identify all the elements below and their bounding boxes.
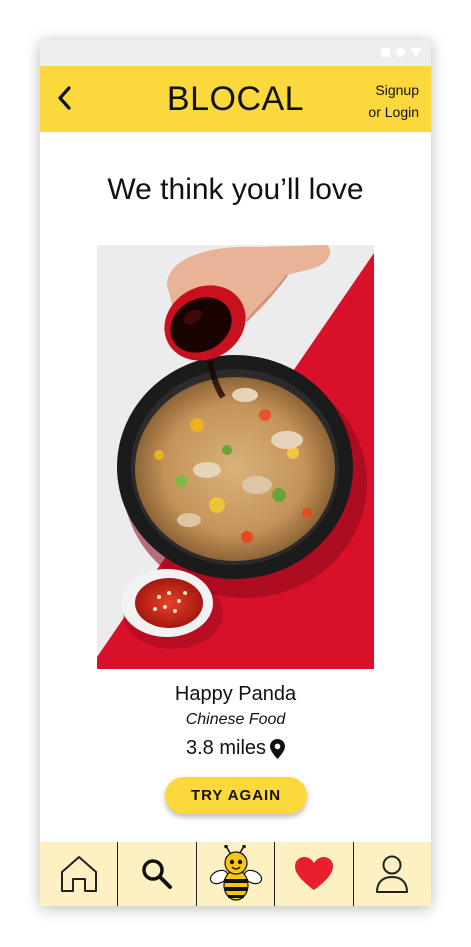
square-icon — [381, 48, 390, 57]
status-bar — [40, 40, 431, 66]
phone-frame: BLOCAL Signup or Login We think you’ll l… — [40, 40, 431, 906]
distance-row: 3.8 miles — [40, 737, 431, 760]
page: BLOCAL Signup or Login We think you’ll l… — [0, 0, 471, 947]
tab-profile[interactable] — [354, 842, 431, 906]
search-icon — [142, 859, 173, 889]
circle-icon — [396, 48, 405, 57]
page-headline: We think you’ll love — [107, 173, 364, 206]
tab-favorites[interactable] — [275, 842, 354, 906]
status-icons — [381, 48, 421, 57]
bottom-tab-bar — [40, 842, 431, 906]
tab-search[interactable] — [118, 842, 197, 906]
tab-home[interactable] — [40, 842, 119, 906]
location-pin-icon — [270, 738, 286, 759]
restaurant-photo — [97, 245, 374, 669]
app-header: BLOCAL Signup or Login — [40, 66, 431, 132]
tab-bee[interactable] — [197, 842, 276, 906]
try-again-button[interactable]: TRY AGAIN — [165, 777, 307, 814]
signup-login-link[interactable]: Signup or Login — [368, 79, 419, 123]
fried-rice-image — [97, 245, 374, 669]
restaurant-cuisine: Chinese Food — [185, 711, 286, 728]
heart-icon — [294, 857, 333, 890]
restaurant-name: Happy Panda — [174, 683, 297, 705]
triangle-icon — [411, 48, 421, 57]
bee-icon — [209, 845, 262, 901]
signup-label: Signup — [375, 82, 419, 98]
login-label: or Login — [368, 104, 419, 120]
user-icon — [376, 855, 409, 893]
restaurant-distance: 3.8 miles — [185, 737, 267, 759]
home-icon — [60, 856, 97, 892]
